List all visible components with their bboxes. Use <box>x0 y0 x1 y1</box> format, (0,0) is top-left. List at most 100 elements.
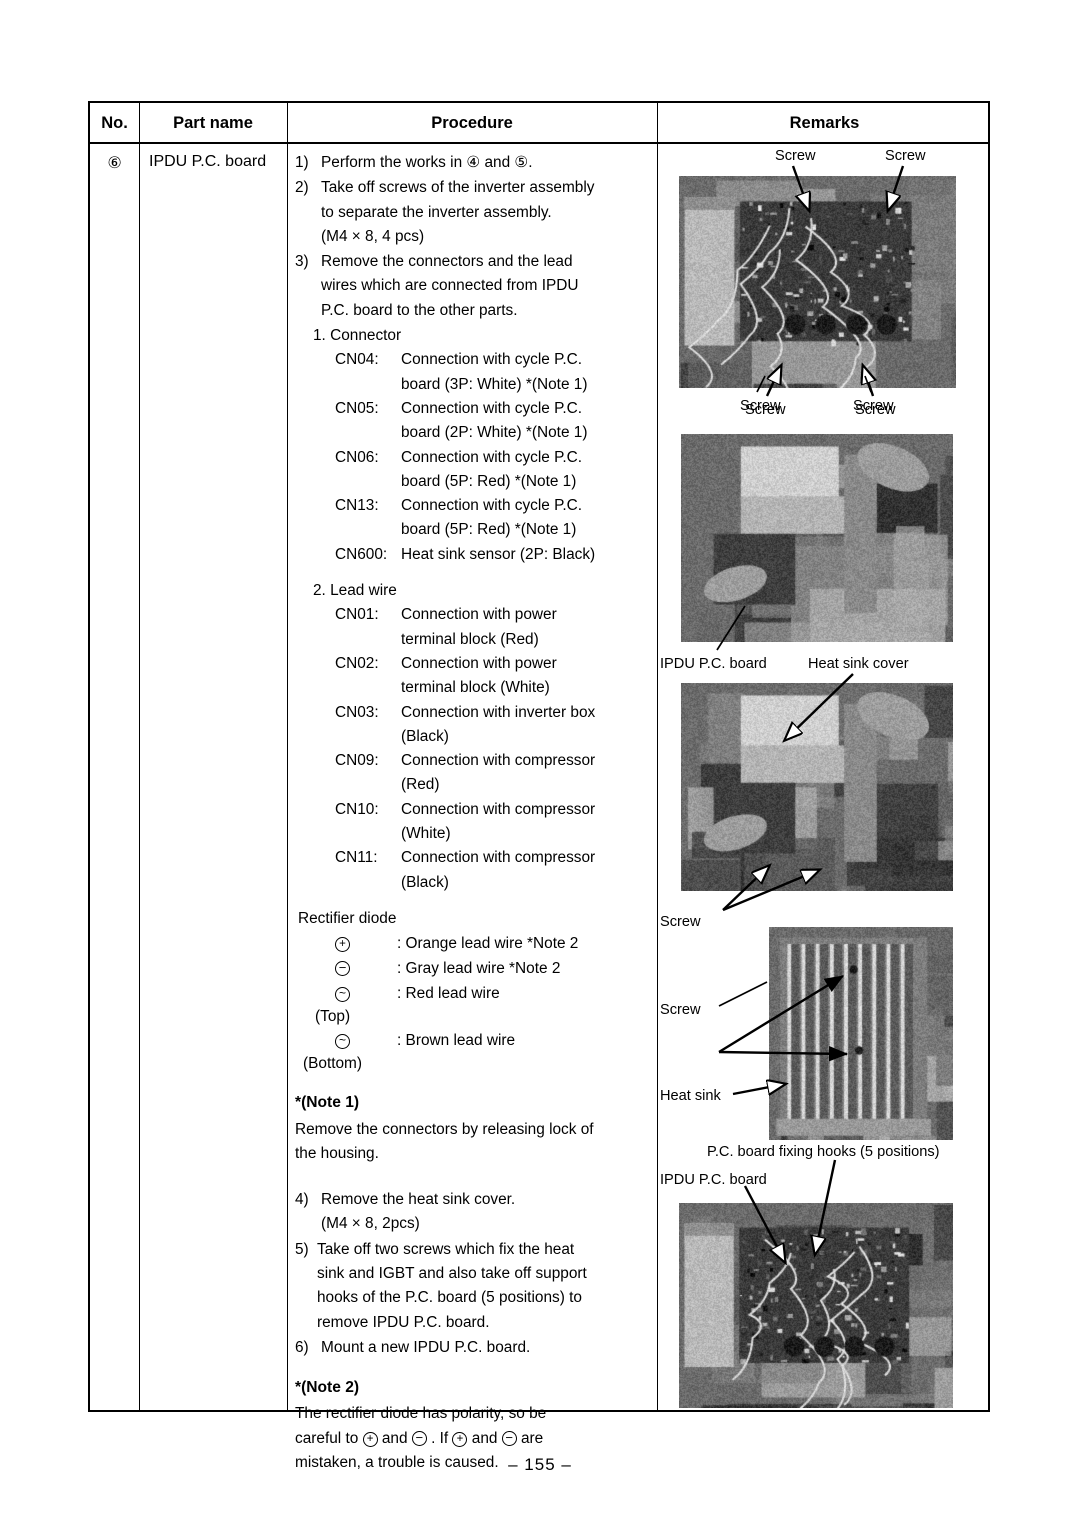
step-line: Take off two screws which fix the heat <box>317 1240 575 1258</box>
lead-wire-line: (Black) <box>401 727 449 745</box>
note2-title: *(Note 2) <box>295 1379 360 1397</box>
lead-wire-line: Connection with inverter box <box>401 703 596 721</box>
rectifier-text: : Gray lead wire *Note 2 <box>397 960 561 978</box>
column-divider-1 <box>139 103 140 1410</box>
lead-wire-id: CN02: <box>335 654 379 672</box>
connector-desc: Connection with cycle P.C. board (5P: Re… <box>401 494 651 543</box>
lead-wire-id: CN09: <box>335 752 379 770</box>
plus-icon: + <box>362 1431 378 1447</box>
connector-line: Connection with cycle P.C. <box>401 497 583 515</box>
step-line: sink and IGBT and also take off support <box>317 1264 587 1282</box>
step-line: (M4 × 8, 4 pcs) <box>321 227 425 245</box>
step-line: hooks of the P.C. board (5 positions) to <box>317 1289 582 1307</box>
polarity-symbol-plus: + <box>331 931 397 956</box>
polarity-symbol-ac-top: ~ <box>331 981 397 1006</box>
rectifier-row: + : Orange lead wire *Note 2 <box>331 931 651 956</box>
lead-wire-list: CN01: Connection with power terminal blo… <box>295 603 651 895</box>
connector-id: CN04: <box>335 351 379 369</box>
rectifier-text: : Brown lead wire <box>397 1032 516 1050</box>
lead-wire-line: Connection with compressor <box>401 800 596 818</box>
lead-wire-desc: Connection with compressor (White) <box>401 798 651 847</box>
connector-id: CN05: <box>335 399 379 417</box>
step-line: Take off screws of the inverter assembly <box>321 179 595 197</box>
connector-item: CN05: Connection with cycle P.C. board (… <box>335 397 651 446</box>
lead-wire-item: CN03: Connection with inverter box (Blac… <box>335 701 651 750</box>
lead-wire-item: CN09: Connection with compressor (Red) <box>335 749 651 798</box>
step-marker: 3) <box>295 253 309 271</box>
note1-line: Remove the connectors by releasing lock … <box>295 1120 594 1138</box>
step-line: wires which are connected from IPDU <box>321 277 579 295</box>
step-marker: 5) <box>295 1240 309 1258</box>
tilde-icon: ~ <box>335 1034 350 1050</box>
minus-icon: − <box>335 961 350 977</box>
procedure-step-5: 5) Take off two screws which fix the hea… <box>295 1238 651 1335</box>
polarity-symbol-minus: − <box>331 956 397 981</box>
lead-wire-line: terminal block (White) <box>401 679 550 697</box>
rectifier-row: ~ : Brown lead wire <box>331 1028 651 1053</box>
rectifier-row: ~ : Red lead wire <box>331 981 651 1006</box>
lead-wire-line: Connection with power <box>401 654 557 672</box>
procedure-step-6: 6) Mount a new IPDU P.C. board. <box>295 1336 651 1360</box>
connector-line: board (5P: Red) *(Note 1) <box>401 521 577 539</box>
procedure-content: 1) Perform the works in ④ and ⑤. 2) Take… <box>287 144 657 1477</box>
lead-wire-desc: Connection with power terminal block (Re… <box>401 603 651 652</box>
connector-desc: Connection with cycle P.C. board (3P: Wh… <box>401 348 651 397</box>
column-header-remarks: Remarks <box>789 114 860 132</box>
note2-line: The rectifier diode has polarity, so be <box>295 1405 547 1423</box>
minus-icon: − <box>501 1430 517 1446</box>
lead-wire-id: CN03: <box>335 703 379 721</box>
step-line: P.C. board to the other parts. <box>321 301 518 319</box>
connector-line: Connection with cycle P.C. <box>401 448 583 466</box>
lead-wire-line: (Red) <box>401 776 440 794</box>
connector-list: CN04: Connection with cycle P.C. board (… <box>295 348 651 567</box>
lead-wire-line: (White) <box>401 825 451 843</box>
manual-page: No. Part name Procedure Remarks ⑥ IPDU P… <box>0 0 1080 1525</box>
connector-item: CN600: Heat sink sensor (2P: Black) <box>335 543 651 567</box>
step-marker: 4) <box>295 1191 309 1209</box>
tilde-icon: ~ <box>335 987 350 1003</box>
step-text: Take off screws of the inverter assembly… <box>321 176 651 249</box>
rectifier-caption-top: (Top) <box>315 1008 351 1026</box>
lead-wire-item: CN01: Connection with power terminal blo… <box>335 603 651 652</box>
note1-body: Remove the connectors by releasing lock … <box>295 1118 651 1167</box>
lead-wire-desc: Connection with compressor (Red) <box>401 749 651 798</box>
step-text: Remove the heat sink cover. (M4 × 8, 2pc… <box>321 1188 651 1237</box>
connector-item: CN06: Connection with cycle P.C. board (… <box>335 446 651 495</box>
lead-wire-line: Connection with power <box>401 606 557 624</box>
step-marker: 6) <box>295 1338 309 1356</box>
lead-wire-desc: Connection with compressor (Black) <box>401 846 651 895</box>
rectifier-caption-bottom: (Bottom) <box>303 1055 363 1073</box>
connector-id: CN06: <box>335 448 379 466</box>
step-line: remove IPDU P.C. board. <box>317 1313 490 1331</box>
connector-desc: Connection with cycle P.C. board (2P: Wh… <box>401 397 651 446</box>
lead-wire-item: CN11: Connection with compressor (Black) <box>335 846 651 895</box>
plus-icon: + <box>452 1431 468 1447</box>
lead-wire-item: CN10: Connection with compressor (White) <box>335 798 651 847</box>
rectifier-row: − : Gray lead wire *Note 2 <box>331 956 651 981</box>
lead-wire-id: CN01: <box>335 606 379 624</box>
rectifier-polarity-list: + : Orange lead wire *Note 2 − : Gray le… <box>295 931 651 1075</box>
step-text: Remove the connectors and the lead wires… <box>321 250 651 323</box>
connector-id: CN600: <box>335 545 388 563</box>
step-marker: 1) <box>295 154 309 171</box>
lead-wire-item: CN02: Connection with power terminal blo… <box>335 652 651 701</box>
lead-wire-line: (Black) <box>401 873 449 891</box>
step-text: Perform the works in ④ and ⑤. <box>321 154 533 171</box>
step-line: to separate the inverter assembly. <box>321 203 552 221</box>
step-text: Take off two screws which fix the heat s… <box>317 1238 651 1335</box>
connector-item: CN04: Connection with cycle P.C. board (… <box>335 348 651 397</box>
page-number: – 155 – <box>508 1455 572 1474</box>
connector-line: Connection with cycle P.C. <box>401 399 583 417</box>
step-line: Remove the connectors and the lead <box>321 253 573 271</box>
connector-line: Connection with cycle P.C. <box>401 351 583 369</box>
minus-icon: − <box>411 1430 427 1446</box>
lead-wire-desc: Connection with power terminal block (Wh… <box>401 652 651 701</box>
connector-item: CN13: Connection with cycle P.C. board (… <box>335 494 651 543</box>
column-header-procedure: Procedure <box>431 114 513 132</box>
step-line: Remove the heat sink cover. <box>321 1191 516 1209</box>
lead-wire-line: Connection with compressor <box>401 752 596 770</box>
connector-id: CN13: <box>335 497 379 515</box>
procedure-step-4: 4) Remove the heat sink cover. (M4 × 8, … <box>295 1188 651 1237</box>
connector-line: board (3P: White) *(Note 1) <box>401 375 588 393</box>
note1-line: the housing. <box>295 1144 379 1162</box>
